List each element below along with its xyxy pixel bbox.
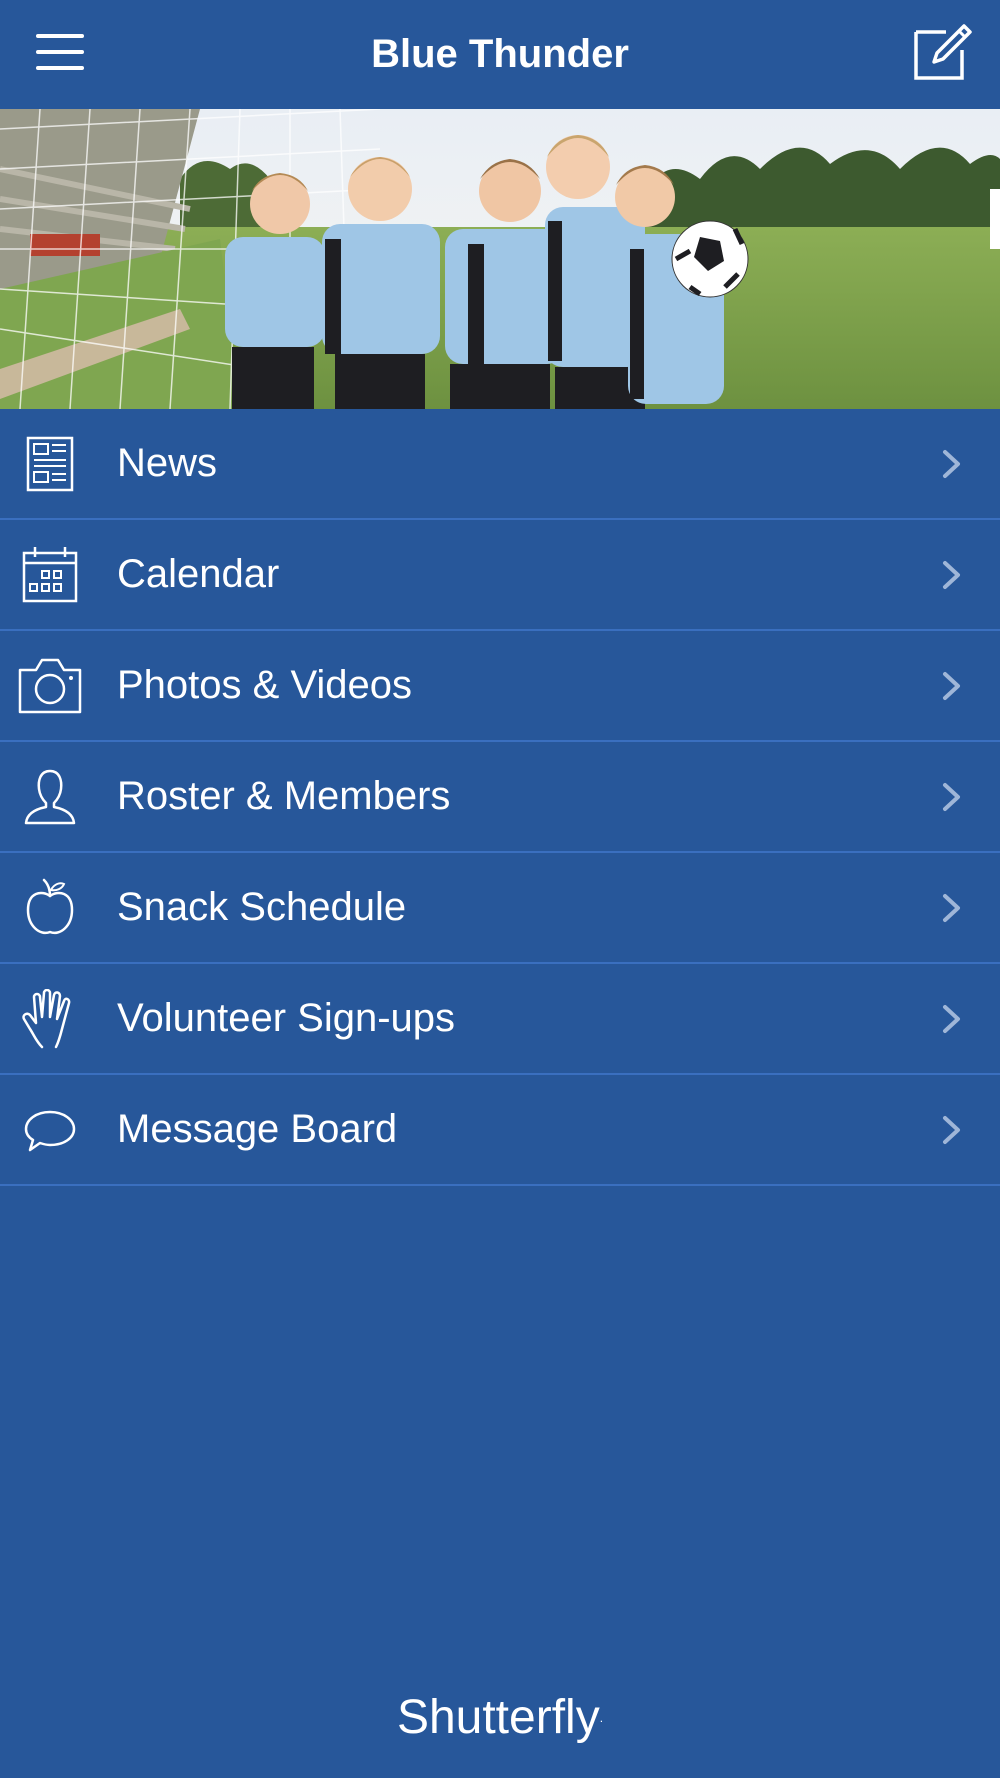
shutterfly-logo: Shutterfly. bbox=[0, 1690, 1000, 1746]
chevron-right-icon bbox=[943, 783, 960, 811]
menu-item-label: Volunteer Sign-ups bbox=[117, 996, 456, 1040]
menu-item-volunteer-signups[interactable]: Volunteer Sign-ups bbox=[0, 964, 1000, 1075]
chevron-right-icon bbox=[943, 894, 960, 922]
menu-item-label: Roster & Members bbox=[117, 774, 451, 818]
brand-name: Shutterfly bbox=[396, 1691, 600, 1744]
menu-item-snack-schedule[interactable]: Snack Schedule bbox=[0, 853, 1000, 964]
person-icon bbox=[24, 769, 76, 825]
menu-item-photos-videos[interactable]: Photos & Videos bbox=[0, 631, 1000, 742]
brand-trademark: . bbox=[599, 1711, 604, 1725]
menu-item-label: Snack Schedule bbox=[117, 885, 407, 929]
compose-edit-icon[interactable] bbox=[912, 20, 974, 82]
camera-icon bbox=[18, 658, 82, 714]
menu-item-news[interactable]: News bbox=[0, 409, 1000, 520]
team-photo bbox=[0, 109, 1000, 409]
chevron-right-icon bbox=[943, 561, 960, 589]
menu-item-label: Photos & Videos bbox=[117, 663, 413, 707]
menu-item-roster-members[interactable]: Roster & Members bbox=[0, 742, 1000, 853]
chevron-right-icon bbox=[943, 672, 960, 700]
navigation-menu: News Calendar Photos & Videos Roster & M… bbox=[0, 409, 1000, 1186]
menu-item-message-board[interactable]: Message Board bbox=[0, 1075, 1000, 1186]
calendar-icon bbox=[22, 547, 78, 603]
menu-item-label: Calendar bbox=[117, 552, 280, 596]
chevron-right-icon bbox=[943, 1116, 960, 1144]
page-title: Blue Thunder bbox=[371, 32, 629, 76]
chevron-right-icon bbox=[943, 450, 960, 478]
menu-item-calendar[interactable]: Calendar bbox=[0, 520, 1000, 631]
menu-item-label: Message Board bbox=[117, 1107, 398, 1151]
raised-hand-icon bbox=[22, 989, 71, 1049]
speech-bubble-icon bbox=[24, 1110, 76, 1152]
chevron-right-icon bbox=[943, 1005, 960, 1033]
newspaper-icon bbox=[26, 436, 74, 492]
menu-item-label: News bbox=[117, 441, 218, 485]
app-header: Blue Thunder bbox=[0, 0, 1000, 110]
apple-icon bbox=[26, 878, 74, 935]
